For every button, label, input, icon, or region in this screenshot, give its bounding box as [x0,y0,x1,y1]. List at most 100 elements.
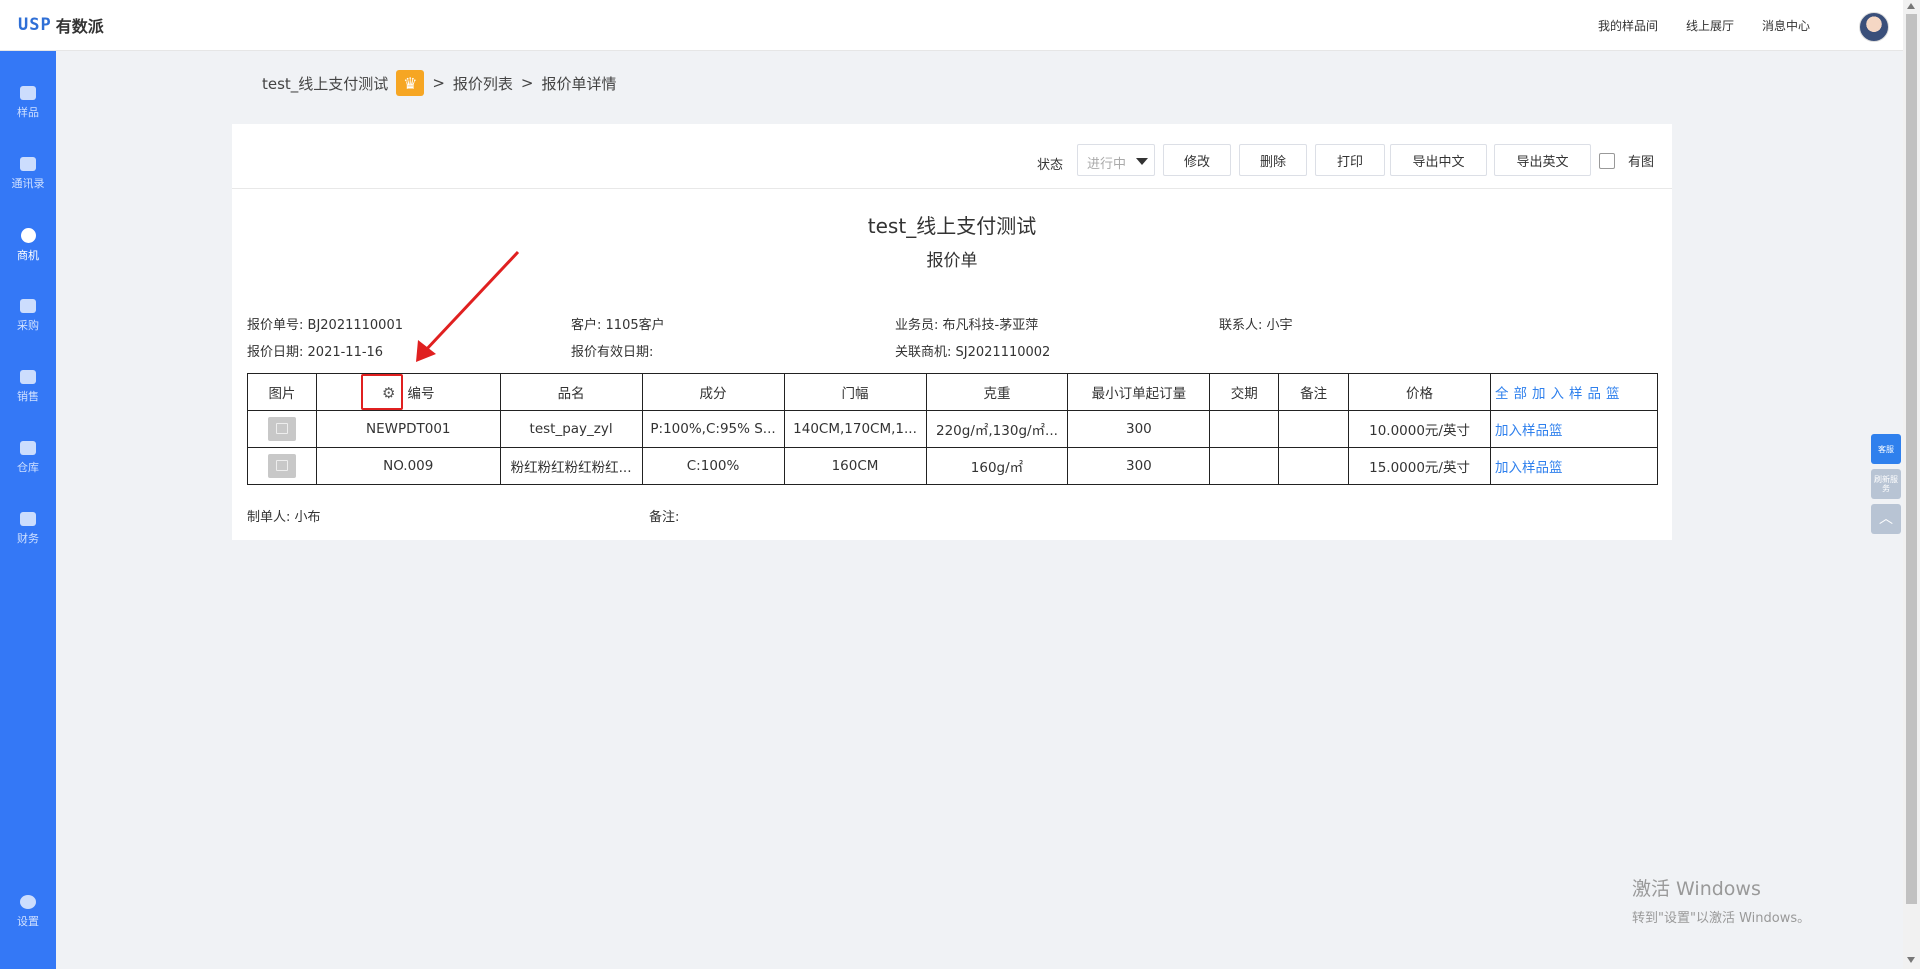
table-header-row: 图片 ⚙ 编号 品名 成分 门幅 克重 最小订单起订量 交期 备注 价格 全部加入… [247,373,1658,411]
row-weight: 160g/㎡ [925,447,1069,485]
breadcrumb-quote-list[interactable]: 报价列表 [453,73,513,94]
user-avatar[interactable] [1859,12,1889,42]
sidebar-item-opportunity[interactable]: 商机 [0,213,56,269]
app-logo[interactable]: USP 有数派 [18,13,104,37]
row-image-cell [247,410,317,448]
vertical-scrollbar[interactable] [1903,0,1920,969]
scrollbar-thumb[interactable] [1906,14,1917,904]
sidebar-item-settings[interactable]: 设置 [0,880,56,936]
col-code: ⚙ 编号 [315,373,501,411]
row-composition: P:100%,C:95% S... [641,410,785,448]
row-action-cell: 加入样品篮 [1490,410,1658,448]
add-to-basket-link[interactable]: 加入样品篮 [1495,460,1563,476]
breadcrumb-separator: > [432,74,445,92]
export-chinese-button[interactable]: 导出中文 [1390,144,1487,176]
creator-label: 制单人: [247,510,291,525]
add-all-label-end: 篮 [1606,386,1625,402]
sidebar-item-label: 采购 [17,319,39,332]
footer-remark-label: 备注: [649,510,680,525]
sidebar-item-contacts[interactable]: 通讯录 [0,142,56,198]
row-code: NO.009 [315,447,501,485]
customer-value: 1105客户 [605,318,665,333]
col-composition: 成分 [641,373,785,411]
valid-date-label: 报价有效日期: [571,345,654,360]
sidebar-item-sales[interactable]: 销售 [0,355,56,411]
scroll-up-arrow-icon[interactable] [1907,3,1915,9]
with-image-checkbox[interactable] [1599,153,1615,169]
breadcrumb-company[interactable]: test_线上支付测试 [262,73,388,94]
row-image-cell [247,447,317,485]
row-remark [1278,410,1350,448]
sidebar-item-label: 样品 [17,106,39,119]
export-english-button[interactable]: 导出英文 [1494,144,1591,176]
row-price: 15.0000元/英寸 [1348,447,1491,485]
col-width: 门幅 [783,373,927,411]
add-all-to-basket[interactable]: 全部加入样品篮 [1490,373,1658,411]
add-to-basket-link[interactable]: 加入样品篮 [1495,423,1563,439]
quote-date: 报价日期: 2021-11-16 [247,341,383,360]
row-name: test_pay_zyl [499,410,643,448]
quote-date-label: 报价日期: [247,345,304,360]
row-moq: 300 [1067,410,1211,448]
annotation-highlight-box [361,374,403,410]
col-moq: 最小订单起订量 [1067,373,1211,411]
back-to-top-button[interactable]: ︿ [1871,504,1901,534]
row-code: NEWPDT001 [315,410,501,448]
quote-date-value: 2021-11-16 [307,345,384,360]
row-width: 140CM,170CM,1... [783,410,927,448]
sidebar-item-purchase[interactable]: 采购 [0,284,56,340]
status-value: 进行中 [1087,157,1127,172]
refresh-service-label: 刷新服务 [1874,475,1898,493]
row-remark [1278,447,1350,485]
col-delivery: 交期 [1209,373,1280,411]
sidebar-item-label: 仓库 [17,461,39,474]
nav-message-center[interactable]: 消息中心 [1762,17,1810,34]
refresh-service-button[interactable]: 刷新服务 [1871,469,1901,499]
image-placeholder-icon[interactable] [267,454,296,478]
sidebar-item-samples[interactable]: 样品 [0,71,56,127]
top-bar: USP 有数派 我的样品间 线上展厅 消息中心 [0,0,1903,51]
logo-mark: USP [18,15,52,35]
table-row: NO.009 粉红粉红粉红粉红... C:100% 160CM 160g/㎡ 3… [247,447,1658,485]
image-placeholder-icon[interactable] [267,417,296,441]
top-nav: 我的样品间 线上展厅 消息中心 [1598,17,1810,34]
logo-text: 有数派 [55,17,104,36]
nav-online-showroom[interactable]: 线上展厅 [1686,17,1734,34]
edit-button[interactable]: 修改 [1163,144,1231,176]
sidebar: 样品 通讯录 商机 采购 销售 仓库 财务 设置 [0,51,56,969]
settings-icon [20,895,36,909]
customer-service-button[interactable]: 客服 [1871,434,1901,464]
contact: 联系人: 小宇 [1219,314,1293,333]
document-subtitle: 报价单 [926,251,978,271]
customer-service-label: 客服 [1878,444,1894,454]
finance-icon [20,512,36,526]
row-moq: 300 [1067,447,1211,485]
creator: 制单人: 小布 [247,506,321,525]
contact-label: 联系人: [1219,318,1263,333]
customer-label: 客户: [571,318,602,333]
opportunity-icon [20,228,36,243]
print-button[interactable]: 打印 [1315,144,1385,176]
row-width: 160CM [783,447,927,485]
sidebar-item-label: 商机 [17,249,39,262]
status-label: 状态 [1037,158,1064,173]
nav-my-samples[interactable]: 我的样品间 [1598,17,1658,34]
sidebar-item-warehouse[interactable]: 仓库 [0,426,56,482]
customer: 客户: 1105客户 [571,314,665,333]
row-composition: C:100% [641,447,785,485]
salesman-label: 业务员: [895,318,939,333]
col-price: 价格 [1348,373,1491,411]
toolbar: 状态 进行中 修改 删除 打印 导出中文 导出英文 有图 [232,124,1672,189]
sidebar-item-label: 财务 [17,532,39,545]
delete-button[interactable]: 删除 [1239,144,1307,176]
scroll-down-arrow-icon[interactable] [1907,957,1915,963]
sample-icon [20,86,36,100]
sidebar-item-finance[interactable]: 财务 [0,497,56,553]
status-select[interactable]: 进行中 [1077,144,1155,176]
quote-items-table: 图片 ⚙ 编号 品名 成分 门幅 克重 最小订单起订量 交期 备注 价格 全部加入… [247,373,1658,485]
col-weight: 克重 [925,373,1069,411]
related-label: 关联商机: [895,345,952,360]
purchase-icon [20,299,36,313]
creator-value: 小布 [294,510,321,525]
related-opportunity: 关联商机: SJ2021110002 [895,341,1050,360]
